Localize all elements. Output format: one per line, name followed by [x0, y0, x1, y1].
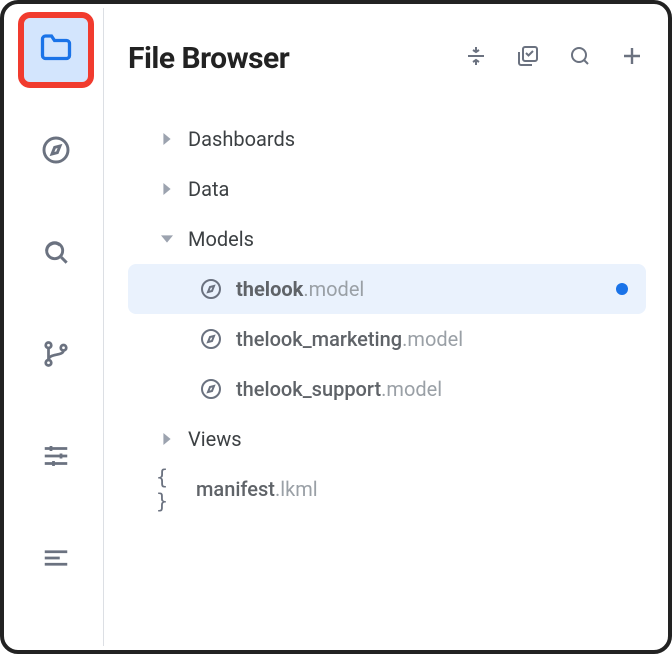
folder-label: Data [188, 177, 229, 201]
plus-icon [620, 44, 644, 72]
collapse-icon [464, 44, 488, 72]
folder-label: Models [188, 227, 254, 251]
rail-explore[interactable] [24, 120, 88, 184]
file-label: thelook_support.model [236, 377, 442, 401]
panel-actions [462, 44, 646, 72]
left-rail [8, 8, 104, 646]
tree-folder-dashboards[interactable]: Dashboards [128, 114, 646, 164]
search-button[interactable] [566, 44, 594, 72]
compass-icon [40, 134, 72, 170]
rail-file-browser[interactable] [24, 18, 88, 82]
panel-title: File Browser [128, 41, 462, 76]
file-label: thelook.model [236, 277, 364, 301]
modified-indicator-icon [616, 283, 628, 295]
tree-file-manifest[interactable]: { } manifest.lkml [128, 464, 646, 514]
tree-file-thelook-marketing-model[interactable]: thelook_marketing.model [128, 314, 646, 364]
tree-folder-models[interactable]: Models [128, 214, 646, 264]
rail-git[interactable] [24, 324, 88, 388]
file-label: thelook_marketing.model [236, 327, 463, 351]
chevron-right-icon [156, 433, 178, 445]
sliders-icon [41, 441, 71, 475]
chevron-right-icon [156, 133, 178, 145]
folder-label: Dashboards [188, 127, 295, 151]
model-icon [196, 277, 226, 301]
bulk-select-button[interactable] [514, 44, 542, 72]
tree-folder-views[interactable]: Views [128, 414, 646, 464]
file-browser-main: File Browser [104, 8, 664, 646]
file-tree: Dashboards Data Models thelook.model [128, 114, 646, 514]
chevron-right-icon [156, 183, 178, 195]
file-browser-panel: File Browser [0, 0, 672, 654]
collapse-all-button[interactable] [462, 44, 490, 72]
align-icon [41, 543, 71, 577]
rail-format[interactable] [24, 528, 88, 592]
checklist-icon [516, 44, 540, 72]
panel-header: File Browser [128, 28, 646, 88]
rail-settings[interactable] [24, 426, 88, 490]
tree-file-thelook-support-model[interactable]: thelook_support.model [128, 364, 646, 414]
file-label: manifest.lkml [196, 477, 318, 501]
add-button[interactable] [618, 44, 646, 72]
chevron-down-icon [156, 233, 178, 245]
tree-file-thelook-model[interactable]: thelook.model [128, 264, 646, 314]
rail-history[interactable] [24, 222, 88, 286]
folder-label: Views [188, 427, 242, 451]
git-branch-icon [41, 339, 71, 373]
model-icon [196, 377, 226, 401]
tree-folder-data[interactable]: Data [128, 164, 646, 214]
braces-icon: { } [156, 465, 186, 513]
refresh-search-icon [40, 236, 72, 272]
folder-icon [38, 30, 74, 70]
model-icon [196, 327, 226, 351]
search-icon [568, 44, 592, 72]
